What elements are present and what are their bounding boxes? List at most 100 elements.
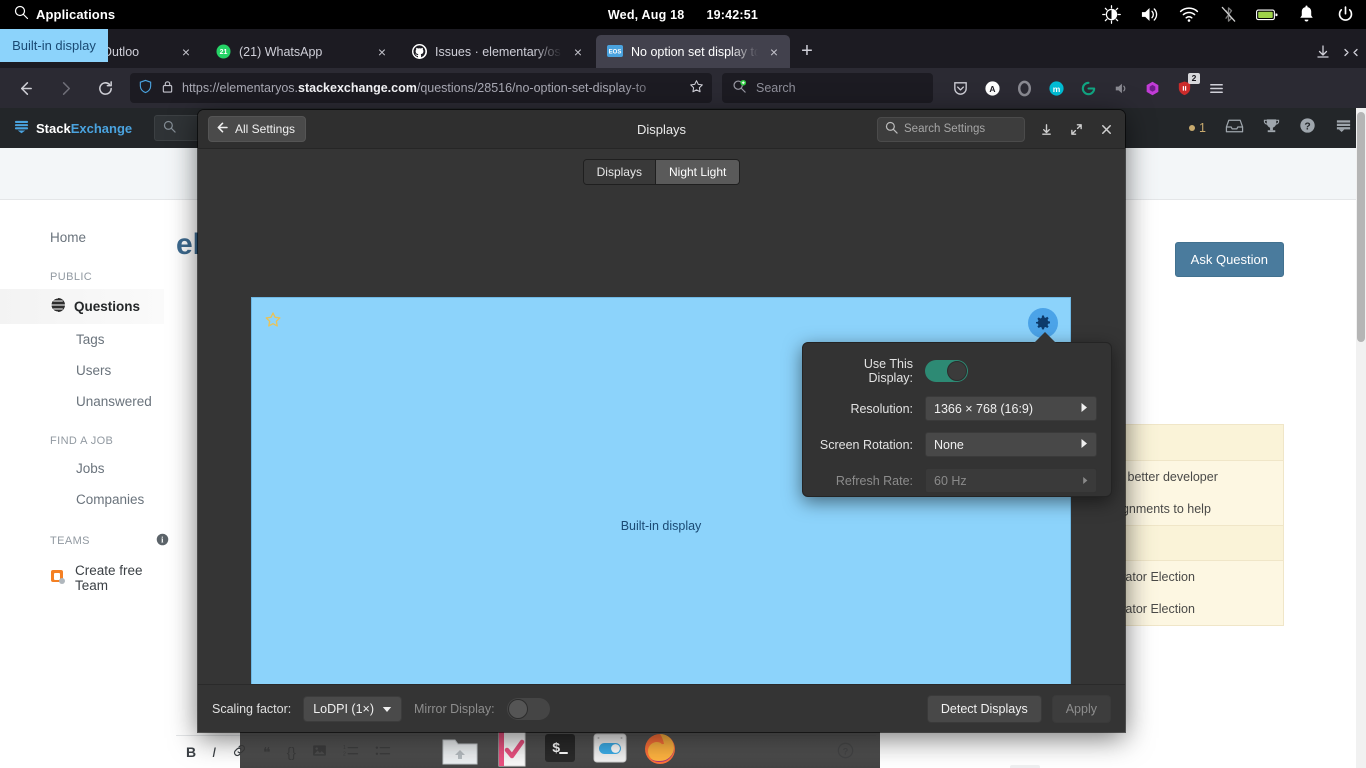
applications-menu[interactable]: Applications: [0, 5, 115, 25]
svg-text:$: $: [552, 741, 560, 757]
maximize-button[interactable]: [1067, 120, 1085, 138]
shield-blocker-icon[interactable]: 2: [1173, 73, 1200, 99]
displays-footer: Scaling factor: LoDPI (1×) Mirror Displa…: [198, 684, 1125, 732]
use-this-display-label: Use This Display:: [863, 357, 913, 385]
power-icon[interactable]: [1334, 4, 1356, 26]
screen-rotation-row: Screen Rotation: None: [817, 432, 1097, 457]
url-bar[interactable]: https://elementaryos.stackexchange.com/q…: [130, 73, 712, 103]
sidebar-item-companies[interactable]: Companies: [0, 484, 164, 515]
refresh-rate-value: 60 Hz: [934, 473, 967, 488]
stack-exchange-logo-icon: [14, 119, 29, 137]
search-icon: [163, 120, 176, 136]
mega-icon[interactable]: m: [1045, 77, 1067, 99]
new-tab-button[interactable]: +: [792, 36, 822, 66]
pocket-icon[interactable]: [949, 77, 971, 99]
stack-exchange-logo[interactable]: StackExchange: [14, 119, 132, 137]
sidebar-item-create-free-team[interactable]: Create free Team: [0, 555, 164, 601]
brightness-icon[interactable]: [1100, 4, 1122, 26]
back-arrow-icon[interactable]: [10, 74, 40, 102]
tab-title: (21) WhatsApp: [239, 44, 323, 59]
resolution-value: 1366 × 768 (16:9): [934, 401, 1034, 416]
bold-icon[interactable]: B: [186, 744, 196, 760]
grammarly-icon[interactable]: [1077, 77, 1099, 99]
page-scrollbar[interactable]: [1356, 108, 1366, 768]
adblock-a-icon[interactable]: A: [981, 77, 1003, 99]
volume-icon[interactable]: [1139, 4, 1161, 26]
sidebar-item-unanswered[interactable]: Unanswered: [0, 386, 164, 417]
notifications-icon[interactable]: [1295, 4, 1317, 26]
related-questions-list: display resolution 1 Freya, Samsung Ativ…: [1010, 760, 1330, 768]
settings-header: All Settings Displays Search Settings: [198, 110, 1125, 149]
chevron-right-icon: [1082, 474, 1089, 488]
dock-files-icon[interactable]: [440, 728, 480, 768]
tab-close-button[interactable]: ×: [374, 45, 390, 59]
apply-button[interactable]: Apply: [1051, 694, 1111, 723]
sidebar-item-tags[interactable]: Tags: [0, 324, 164, 355]
wifi-icon[interactable]: [1178, 4, 1200, 26]
lock-icon[interactable]: [161, 80, 174, 97]
reputation-badge[interactable]: 1: [1189, 121, 1206, 135]
sidebar-header-find-a-job: FIND A JOB: [50, 435, 114, 447]
mirror-display-label: Mirror Display:: [414, 701, 495, 716]
browser-tab-2[interactable]: 21 (21) WhatsApp ×: [204, 35, 398, 68]
settings-search-input[interactable]: Search Settings: [877, 116, 1025, 142]
tab-close-button[interactable]: ×: [766, 45, 782, 59]
panel-tray: [1100, 0, 1356, 29]
mirror-display-toggle[interactable]: [506, 697, 550, 720]
detect-displays-button[interactable]: Detect Displays: [926, 694, 1042, 723]
sidebar-item-jobs[interactable]: Jobs: [0, 453, 164, 484]
dock-tasks-icon[interactable]: [490, 728, 530, 768]
ask-question-button[interactable]: Ask Question: [1174, 242, 1284, 277]
browser-extensions: A m 2: [949, 73, 1227, 99]
popover-arrow: [1034, 332, 1056, 343]
browser-tab-3[interactable]: Issues · elementary/os ×: [400, 35, 594, 68]
related-question-item[interactable]: display resolution: [1010, 760, 1330, 768]
sidebar-item-label: Create free Team: [75, 563, 143, 593]
chevron-right-icon: [1080, 402, 1089, 416]
star-outline-icon[interactable]: [689, 79, 704, 97]
browser-search-bar[interactable]: Search: [722, 73, 933, 103]
all-settings-back-button[interactable]: All Settings: [208, 116, 307, 142]
search-add-icon: [732, 79, 747, 97]
refresh-rate-label: Refresh Rate:: [835, 473, 913, 488]
resolution-dropdown[interactable]: 1366 × 768 (16:9): [925, 396, 1097, 421]
site-switcher-icon[interactable]: [1335, 118, 1352, 139]
svg-text:?: ?: [1304, 121, 1310, 132]
download-icon[interactable]: [1316, 45, 1330, 64]
browser-tab-4-active[interactable]: EOS No option set display to 1920 ×: [596, 35, 790, 68]
achievements-trophy-icon[interactable]: [1263, 118, 1280, 139]
close-button[interactable]: [1097, 120, 1115, 138]
sidebar-item-users[interactable]: Users: [0, 355, 164, 386]
italic-icon[interactable]: I: [212, 744, 216, 760]
refresh-rate-dropdown[interactable]: 60 Hz: [925, 468, 1097, 493]
dock-terminal-icon[interactable]: $: [540, 728, 580, 768]
use-this-display-toggle[interactable]: [925, 360, 968, 382]
tab-close-button[interactable]: ×: [570, 45, 586, 59]
star-icon[interactable]: [264, 311, 282, 334]
sound-extension-icon[interactable]: [1109, 77, 1131, 99]
displays-canvas: Built-in display Use This Display: Resol…: [198, 194, 1125, 732]
minimize-button[interactable]: [1037, 120, 1055, 138]
forward-arrow-icon[interactable]: [50, 74, 80, 102]
tab-close-button[interactable]: ×: [178, 45, 194, 59]
tab-night-light[interactable]: Night Light: [654, 159, 740, 184]
honey-icon[interactable]: [1141, 77, 1163, 99]
bluetooth-disabled-icon[interactable]: [1217, 4, 1239, 26]
sidebar-item-home[interactable]: Home: [0, 222, 164, 253]
shield-icon[interactable]: [138, 79, 153, 97]
sidebar-item-questions[interactable]: Questions: [0, 289, 164, 324]
menu-hamburger-icon[interactable]: [1205, 77, 1227, 99]
whatsapp-icon: 21: [215, 44, 231, 60]
battery-icon[interactable]: [1256, 4, 1278, 26]
tab-displays[interactable]: Displays: [583, 159, 655, 184]
scrollbar-thumb[interactable]: [1357, 112, 1365, 342]
dock-system-settings-icon[interactable]: [590, 728, 630, 768]
dock-firefox-icon[interactable]: [640, 728, 680, 768]
scaling-factor-dropdown[interactable]: LoDPI (1×): [303, 695, 403, 722]
help-icon[interactable]: ?: [1299, 117, 1316, 139]
ring-extension-icon[interactable]: [1013, 77, 1035, 99]
inbox-icon[interactable]: [1225, 118, 1244, 139]
reload-icon[interactable]: [90, 74, 120, 102]
tab-list-icon[interactable]: [1344, 45, 1358, 64]
screen-rotation-dropdown[interactable]: None: [925, 432, 1097, 457]
